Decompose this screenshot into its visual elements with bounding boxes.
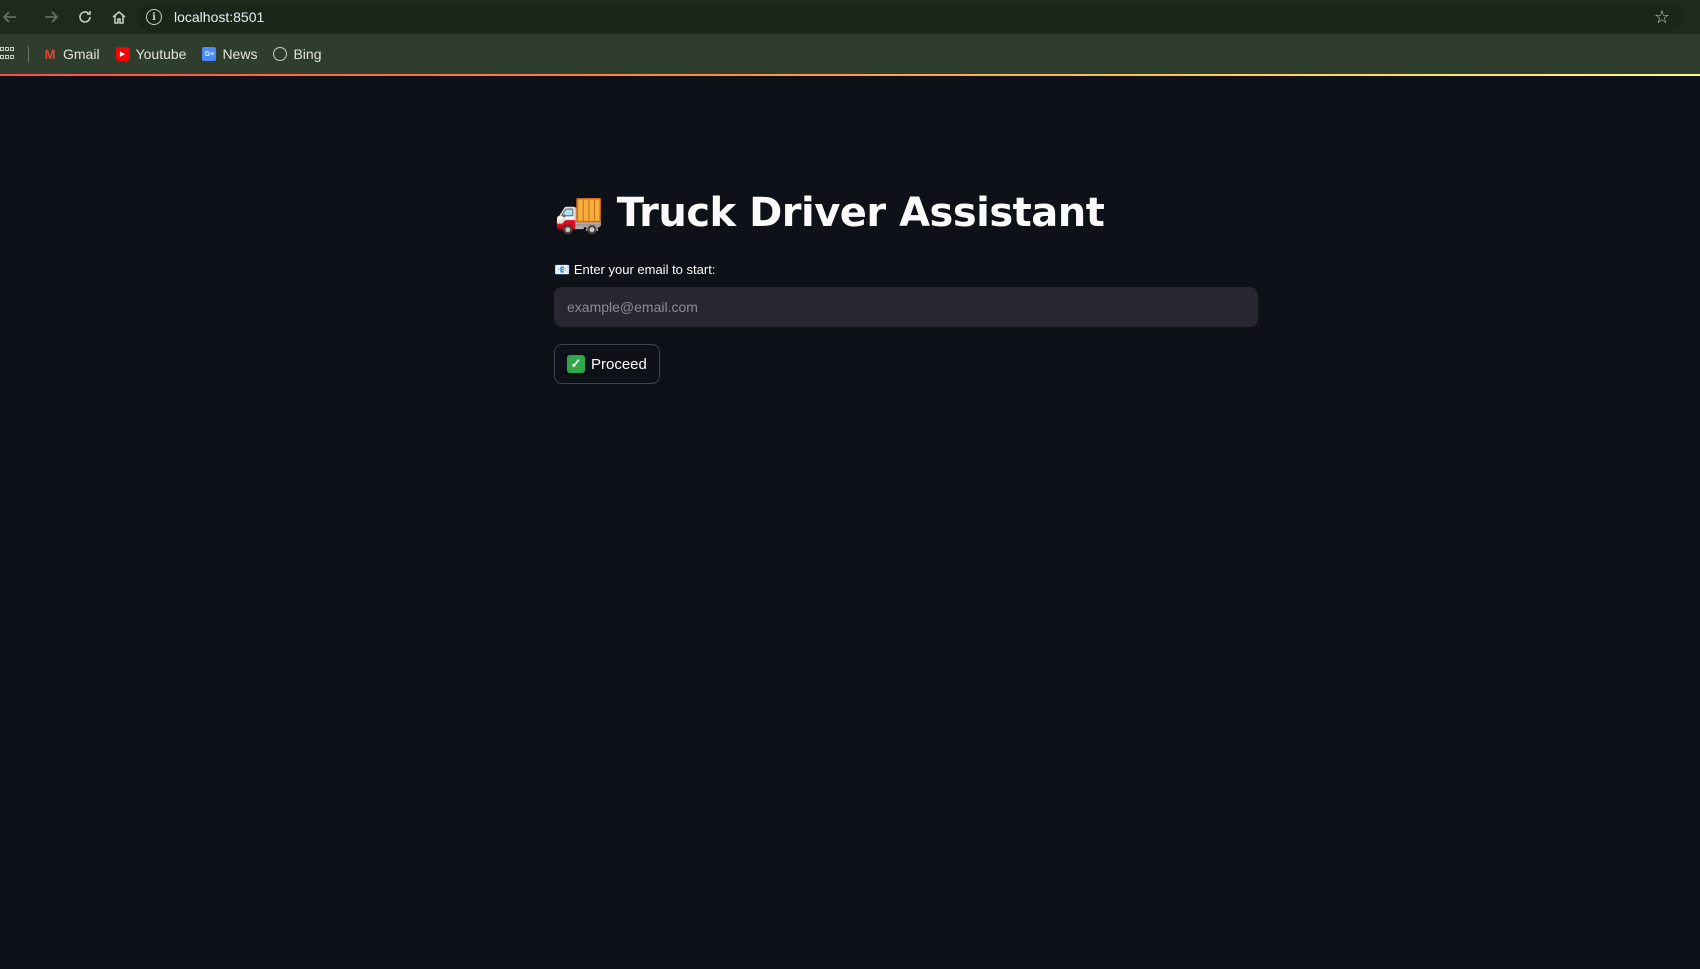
site-info-icon[interactable]: i — [146, 9, 162, 25]
reload-icon[interactable] — [68, 0, 102, 34]
url-text[interactable]: localhost:8501 — [174, 9, 264, 25]
back-icon[interactable] — [0, 0, 20, 34]
bookmark-youtube[interactable]: ▶ Youtube — [115, 46, 187, 62]
page-title-text: Truck Driver Assistant — [616, 190, 1105, 236]
truck-icon: 🚚 — [554, 190, 604, 236]
email-label: 📧 Enter your email to start: — [554, 262, 715, 278]
bookmark-star-icon[interactable]: ☆ — [1654, 7, 1670, 28]
youtube-icon: ▶ — [115, 47, 130, 61]
gmail-icon: M — [44, 46, 56, 62]
proceed-button-label: Proceed — [591, 355, 647, 373]
browser-toolbar: i localhost:8501 ☆ — [0, 0, 1700, 34]
bookmark-label: Youtube — [135, 46, 187, 62]
email-field[interactable] — [554, 287, 1258, 327]
check-icon: ✓ — [567, 355, 585, 373]
bookmark-label: Bing — [293, 46, 322, 62]
bookmark-news[interactable]: G≡ News — [202, 46, 257, 62]
home-icon[interactable] — [102, 0, 136, 34]
bookmarks-bar: M Gmail ▶ Youtube G≡ News Bing — [0, 34, 1700, 74]
forward-icon[interactable] — [34, 0, 68, 34]
bing-icon — [273, 47, 288, 61]
bookmark-gmail[interactable]: M Gmail — [43, 46, 100, 62]
page-title: 🚚 Truck Driver Assistant — [554, 189, 1105, 236]
bookmark-label: Gmail — [63, 46, 100, 62]
email-envelope-icon: 📧 — [554, 262, 571, 277]
bookmark-bing[interactable]: Bing — [273, 46, 321, 62]
address-bar[interactable]: i localhost:8501 ☆ — [138, 2, 1684, 32]
bookmark-label: News — [222, 46, 258, 62]
bookmarks-separator — [28, 46, 29, 62]
email-label-text: Enter your email to start: — [573, 262, 716, 277]
app-header-decoration — [0, 74, 1700, 76]
apps-grid-icon[interactable] — [0, 47, 14, 61]
news-icon: G≡ — [202, 47, 217, 61]
proceed-button[interactable]: ✓ Proceed — [554, 344, 660, 384]
